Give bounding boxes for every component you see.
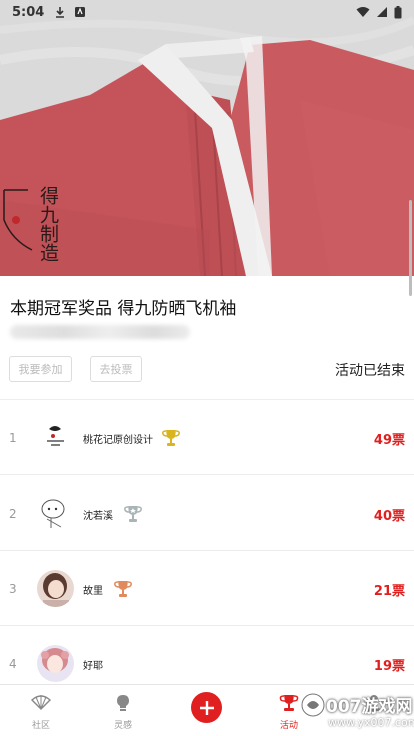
join-button[interactable]: 我要参加 [9, 356, 72, 382]
battery-icon [394, 5, 402, 18]
gold-trophy-icon [162, 430, 180, 446]
participant-name: 桃花记原创设计 [83, 435, 153, 446]
vote-count: 49票 [373, 433, 405, 448]
wifi-icon [356, 7, 370, 17]
plus-icon [199, 700, 214, 715]
prize-image: 得九制造 5:04 [0, 0, 414, 276]
nav-label: 灵感 [113, 721, 132, 731]
app-notification-icon [75, 7, 86, 17]
fan-icon [30, 695, 52, 710]
avatar[interactable] [37, 495, 74, 532]
participant-name: 故里 [83, 586, 103, 597]
participant-name: 好耶 [83, 661, 103, 672]
vote-count: 19票 [373, 659, 405, 674]
status-bar: 5:04 [0, 0, 414, 24]
nav-inspiration[interactable]: 灵感 [93, 685, 153, 736]
status-time: 5:04 [12, 4, 45, 20]
avatar-image [37, 495, 74, 532]
site-watermark: 007游戏网 www.yx007.com [300, 688, 414, 734]
trophy-icon [279, 695, 299, 711]
rank-number: 3 [9, 582, 17, 596]
nav-community[interactable]: 社区 [11, 685, 71, 736]
ranking-row[interactable]: 3 故里 21票 [0, 551, 414, 626]
avatar[interactable] [37, 570, 74, 607]
garment-image [0, 0, 414, 276]
vote-count: 40票 [373, 509, 405, 524]
rank-number: 4 [9, 657, 17, 671]
watermark-text: 007游戏网 [326, 697, 413, 717]
brand-seal-text: 得九制造 [37, 186, 59, 262]
vote-count: 21票 [373, 584, 405, 599]
rank-number: 2 [9, 507, 17, 521]
activity-status: 活动已结束 [335, 363, 405, 379]
avatar[interactable] [37, 645, 74, 682]
rank-number: 1 [9, 431, 17, 445]
add-post-button[interactable] [191, 692, 222, 723]
ranking-row[interactable]: 1 桃花记原创设计 49票 [0, 400, 414, 475]
blurred-subtitle [10, 325, 190, 339]
nav-label: 社区 [31, 721, 50, 731]
watermark-url: www.yx007.com [328, 716, 414, 729]
avatar[interactable] [37, 419, 74, 456]
download-icon [56, 7, 65, 18]
participant-name: 沈若溪 [83, 511, 113, 522]
activity-title: 本期冠军奖品 得九防晒飞机袖 [10, 299, 237, 319]
ranking-row[interactable]: 2 沈若溪 40票 [0, 476, 414, 551]
signal-icon [377, 7, 387, 17]
avatar-image [37, 419, 74, 456]
vote-button[interactable]: 去投票 [90, 356, 142, 382]
scrollbar[interactable] [409, 200, 412, 296]
watermark-logo-icon [301, 693, 325, 717]
silver-trophy-icon [124, 506, 142, 522]
lightbulb-icon [117, 695, 129, 711]
avatar-image [37, 645, 74, 682]
avatar-image [37, 570, 74, 607]
bronze-trophy-icon [114, 581, 132, 597]
